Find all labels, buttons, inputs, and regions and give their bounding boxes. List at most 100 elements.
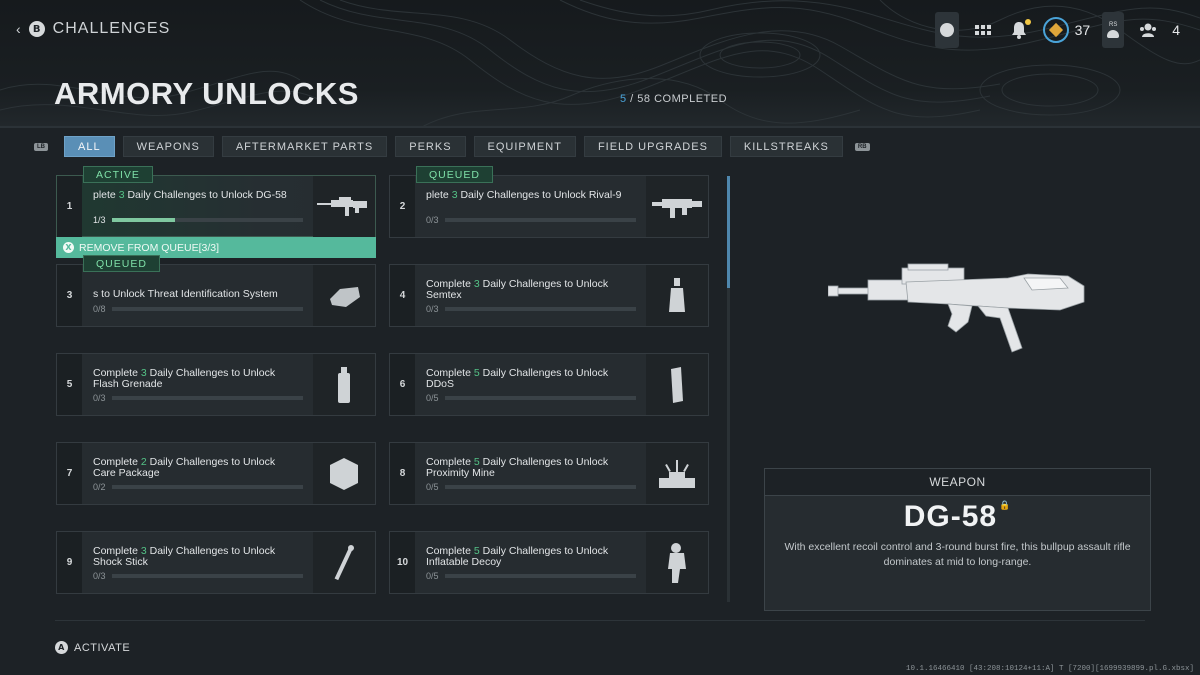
challenge-text: plete 3 Daily Challenges to Unlock DG-58 <box>93 190 287 201</box>
challenge-body: Complete 2 Daily Challenges to Unlock Car… <box>82 443 313 504</box>
item-details-panel: WEAPON DG-58 🔒 With excellent recoil cont… <box>764 468 1151 611</box>
challenge-progress: 0/5 <box>426 482 636 492</box>
category-tabs: LB ALL WEAPONS AFTERMARKET PARTS PERKS E… <box>34 136 870 157</box>
page-title: ARMORY UNLOCKS <box>54 76 359 111</box>
queued-badge: QUEUED <box>416 166 493 183</box>
grid-icon <box>974 25 991 35</box>
progress-bar <box>111 218 303 222</box>
rs-label: RS <box>1109 22 1118 28</box>
care-package-thumb-icon <box>313 443 375 504</box>
challenge-progress: 1/3 <box>93 215 303 225</box>
footer-divider <box>55 620 1145 621</box>
challenge-number: 6 <box>390 354 415 415</box>
challenge-text: Complete 3 Daily Challenges to Unlock Sem… <box>426 279 609 301</box>
challenge-card-7[interactable]: 7 Complete 2 Daily Challenges to Unlock C… <box>56 442 376 505</box>
tab-killstreaks[interactable]: KILLSTREAKS <box>729 136 843 157</box>
friends-indicator[interactable] <box>1136 18 1160 42</box>
challenge-card-5[interactable]: 5 Complete 3 Daily Challenges to Unlock F… <box>56 353 376 416</box>
progress-bar <box>111 396 303 400</box>
bell-icon <box>1011 22 1026 39</box>
challenge-body: s to Unlock Threat Identification System… <box>82 265 313 326</box>
build-info: 10.1.16466410 [43:208:10124+11:A] T [720… <box>905 665 1194 673</box>
top-right-status: 37 RS 4 <box>934 12 1180 48</box>
challenge-number: 9 <box>57 532 82 593</box>
tab-aftermarket-parts[interactable]: AFTERMARKET PARTS <box>221 136 388 157</box>
challenge-progress: 0/3 <box>93 393 303 403</box>
challenge-card-3[interactable]: QUEUED 3 s to Unlock Threat Identificati… <box>56 255 376 327</box>
challenge-progress: 0/8 <box>93 304 303 314</box>
progress-bar <box>444 307 636 311</box>
progress-bar <box>444 396 636 400</box>
challenge-card-6[interactable]: 6 Complete 5 Daily Challenges to Unlock D… <box>389 353 709 416</box>
menu-icon <box>939 23 954 37</box>
completed-total: / 58 COMPLETED <box>626 93 728 105</box>
social-icon <box>1107 30 1120 38</box>
challenge-body: Complete 3 Daily Challenges to Unlock Sho… <box>82 532 313 593</box>
tab-weapons[interactable]: WEAPONS <box>122 136 214 157</box>
back-button[interactable]: ‹ B CHALLENGES <box>16 20 170 38</box>
challenge-card-8[interactable]: 8 Complete 5 Daily Challenges to Unlock P… <box>389 442 709 505</box>
friends-icon <box>1140 23 1157 37</box>
ddos-thumb-icon <box>646 354 708 415</box>
completed-number: 5 <box>620 93 627 105</box>
notification-dot <box>1024 19 1031 25</box>
grid-menu-button[interactable] <box>971 18 995 42</box>
shock-stick-thumb-icon <box>313 532 375 593</box>
challenge-card-1[interactable]: ACTIVE 1 plete 3 Daily Challenges to Unl… <box>56 166 376 237</box>
back-label: CHALLENGES <box>52 20 171 37</box>
challenge-body: Complete 3 Daily Challenges to Unlock Fla… <box>82 354 313 415</box>
rb-bumper-icon[interactable]: RB <box>854 142 870 151</box>
lock-icon: 🔒 <box>999 500 1012 510</box>
tab-perks[interactable]: PERKS <box>395 136 466 157</box>
challenge-body: Complete 5 Daily Challenges to Unlock DDo… <box>415 354 646 415</box>
progress-bar <box>111 574 303 578</box>
challenge-body: plete 3 Daily Challenges to Unlock Rival… <box>415 176 646 237</box>
progress-bar <box>444 218 636 222</box>
challenge-text: Complete 5 Daily Challenges to Unlock DDo… <box>426 368 609 390</box>
friends-count: 4 <box>1172 22 1180 38</box>
header-divider <box>0 126 1200 128</box>
activate-button[interactable]: A ACTIVATE <box>55 641 130 654</box>
notifications-button[interactable] <box>1007 18 1031 42</box>
challenge-progress: 0/2 <box>93 482 303 492</box>
item-name-wrap: DG-58 🔒 <box>765 500 1150 534</box>
completion-count: 5 / 58 COMPLETED <box>620 93 727 105</box>
challenge-card-9[interactable]: 9 Complete 3 Daily Challenges to Unlock S… <box>56 531 376 594</box>
rank-level: 37 <box>1074 22 1091 38</box>
social-button[interactable]: RS <box>1102 12 1125 48</box>
item-type: WEAPON <box>765 469 1150 496</box>
item-description: With excellent recoil control and 3-roun… <box>784 541 1131 568</box>
smg-thumb-icon <box>646 176 708 237</box>
inflatable-decoy-thumb-icon <box>646 532 708 593</box>
x-button-icon: X <box>63 242 74 253</box>
tab-field-upgrades[interactable]: FIELD UPGRADES <box>583 136 722 157</box>
challenge-number: 8 <box>390 443 415 504</box>
challenge-card-2[interactable]: QUEUED 2 plete 3 Daily Challenges to Unl… <box>389 166 709 238</box>
list-scrollbar-thumb[interactable] <box>727 176 730 288</box>
lb-bumper-icon[interactable]: LB <box>34 142 48 151</box>
challenge-progress: 0/5 <box>426 393 636 403</box>
tab-equipment[interactable]: EQUIPMENT <box>473 136 576 157</box>
active-badge: ACTIVE <box>83 166 153 183</box>
challenge-progress: 0/3 <box>426 215 636 225</box>
challenge-text: Complete 2 Daily Challenges to Unlock Car… <box>93 457 276 479</box>
challenge-text: Complete 5 Daily Challenges to Unlock Pro… <box>426 457 609 479</box>
challenge-body: Complete 5 Daily Challenges to Unlock Inf… <box>415 532 646 593</box>
challenge-text: Complete 5 Daily Challenges to Unlock Inf… <box>426 546 609 568</box>
menu-button[interactable] <box>934 12 959 48</box>
semtex-thumb-icon <box>646 265 708 326</box>
challenge-text: Complete 3 Daily Challenges to Unlock Sho… <box>93 546 276 568</box>
progress-bar <box>444 485 636 489</box>
challenge-progress: 0/3 <box>426 304 636 314</box>
progress-bar <box>111 307 303 311</box>
activate-label: ACTIVATE <box>74 641 131 654</box>
tab-all[interactable]: ALL <box>64 136 115 157</box>
challenge-number: 4 <box>390 265 415 326</box>
challenge-number: 7 <box>57 443 82 504</box>
b-button-icon: B <box>28 21 45 37</box>
challenge-text: s to Unlock Threat Identification System <box>93 289 278 300</box>
challenge-card-10[interactable]: 10 Complete 5 Daily Challenges to Unlock… <box>389 531 709 594</box>
challenge-text: Complete 3 Daily Challenges to Unlock Fla… <box>93 368 276 390</box>
challenge-card-4[interactable]: 4 Complete 3 Daily Challenges to Unlock S… <box>389 264 709 327</box>
remove-from-queue-label: REMOVE FROM QUEUE[3/3] <box>79 241 220 254</box>
